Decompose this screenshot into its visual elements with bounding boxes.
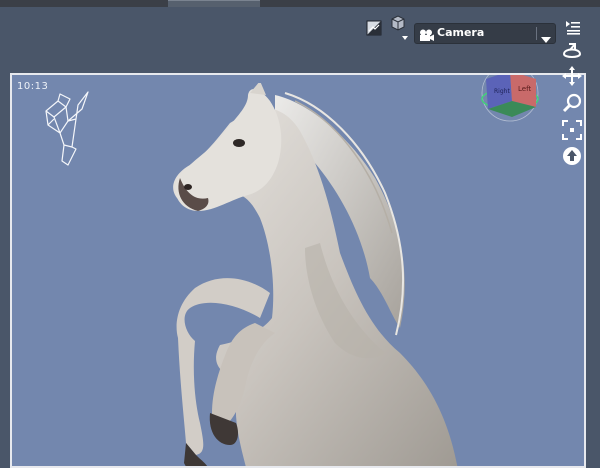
camera-wireframe-icon [45, 91, 89, 166]
render-toggle-icon[interactable] [365, 19, 383, 37]
reset-view-icon[interactable] [560, 145, 584, 167]
nav-cube-icon[interactable]: Right Left [478, 73, 542, 125]
dropdown-arrow-icon[interactable] [541, 29, 551, 48]
draw-style-icon[interactable] [388, 15, 410, 41]
tab-strip [0, 0, 600, 7]
camera-select[interactable]: Camera [414, 23, 556, 44]
horse-model[interactable] [100, 83, 520, 468]
select-divider [536, 27, 537, 40]
orbit-icon[interactable] [560, 40, 584, 62]
active-tab[interactable] [168, 0, 260, 7]
camera-icon [419, 27, 435, 46]
viewport-toolbar: Camera [0, 7, 600, 75]
svg-text:Left: Left [518, 85, 531, 93]
zoom-icon[interactable] [560, 92, 584, 114]
camera-label: Camera [437, 26, 485, 39]
pan-icon[interactable] [560, 65, 584, 87]
3d-viewport[interactable]: 10:13 Right Left [12, 75, 584, 466]
viewport-menu-icon[interactable] [564, 18, 582, 36]
svg-text:Right: Right [494, 88, 510, 95]
viewport-frame: 10:13 Right Left [10, 73, 586, 468]
frame-icon[interactable] [560, 119, 584, 141]
